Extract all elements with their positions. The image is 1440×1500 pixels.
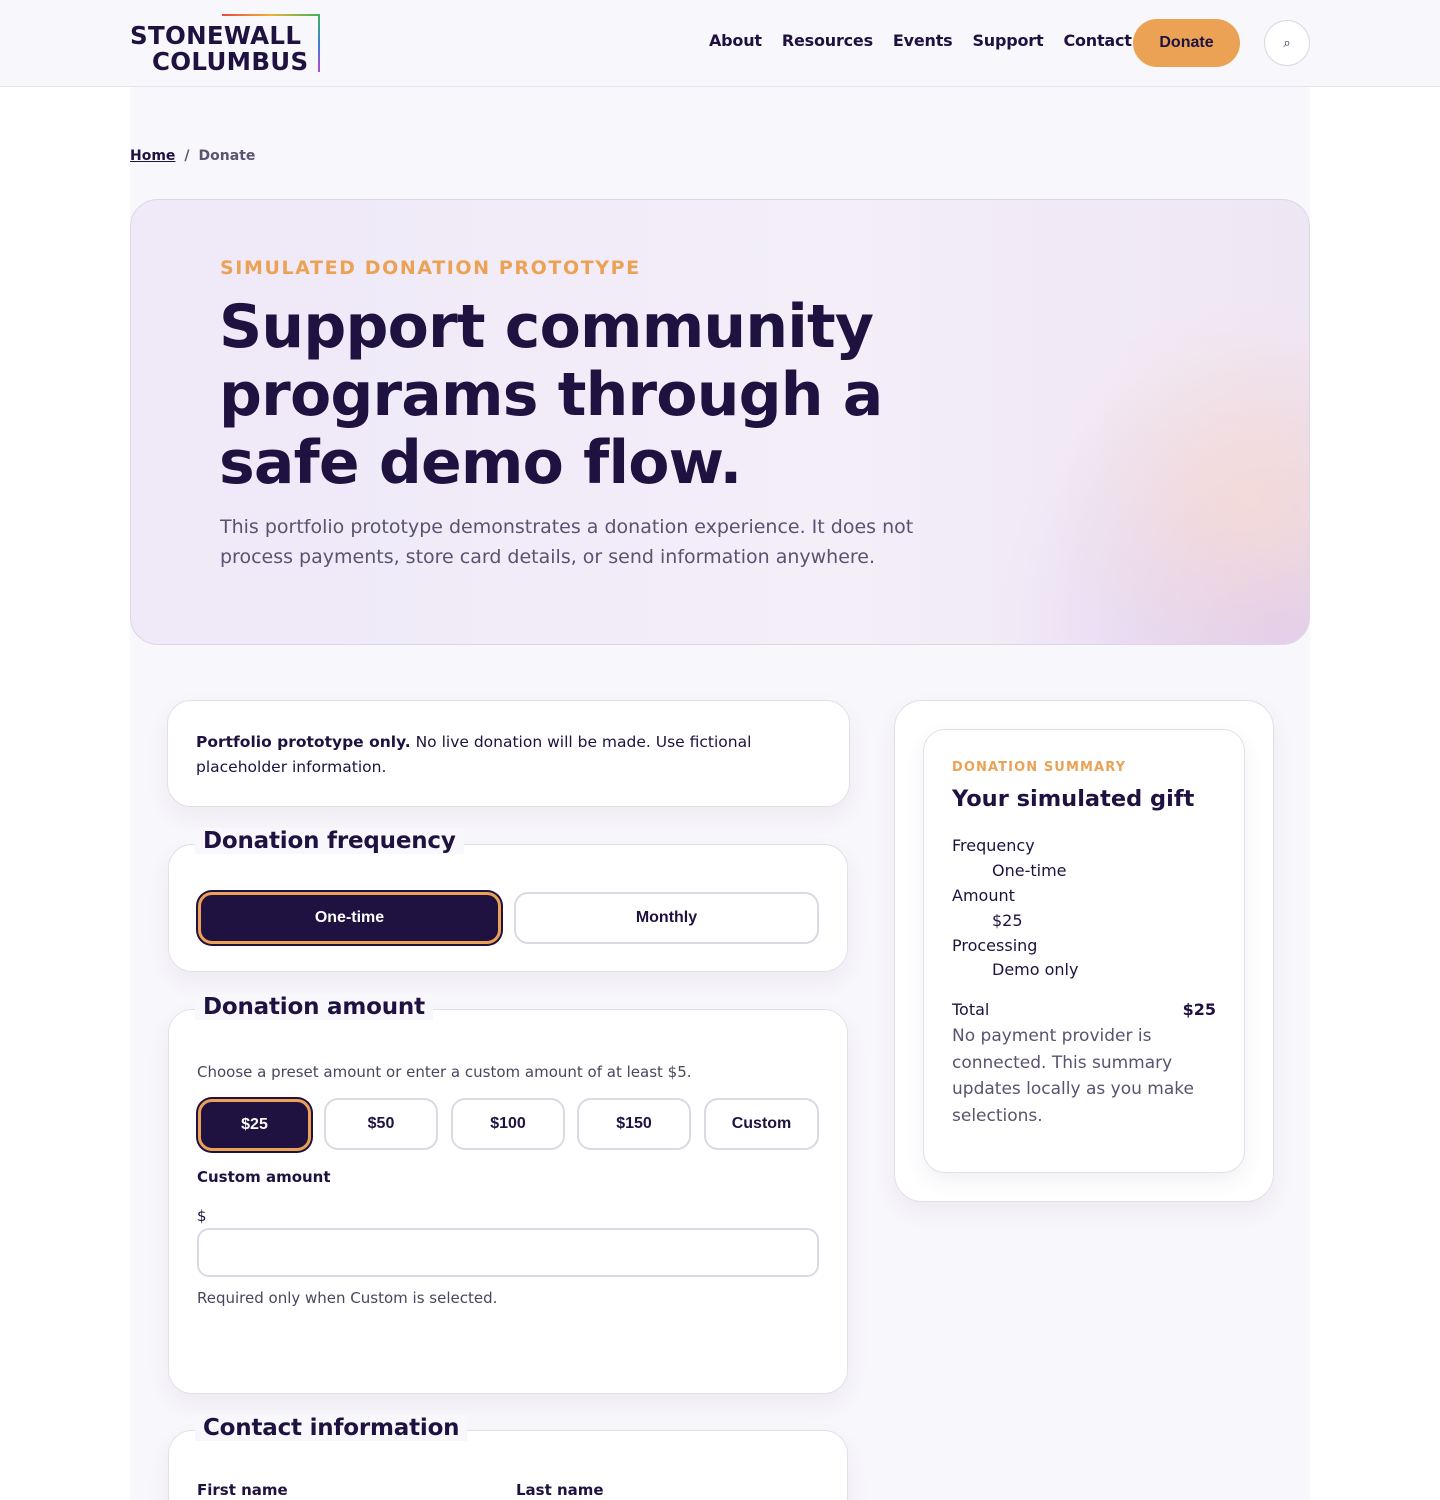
amount-legend: Donation amount: [195, 994, 433, 1020]
breadcrumb: Home / Donate: [130, 148, 255, 164]
search-icon: ⌕: [1283, 35, 1291, 50]
summary-processing-value: Demo only: [992, 960, 1079, 979]
summary-frequency-label: Frequency: [952, 836, 1035, 855]
frequency-monthly-button[interactable]: Monthly: [514, 892, 819, 944]
search-button[interactable]: ⌕: [1264, 20, 1310, 66]
logo-line-1: STONEWALL: [130, 21, 302, 50]
nav-contact[interactable]: Contact: [1063, 31, 1132, 50]
hero-section: SIMULATED DONATION PROTOTYPE Support com…: [130, 199, 1310, 645]
breadcrumb-current: Donate: [198, 148, 256, 164]
summary-title: Your simulated gift: [952, 786, 1195, 812]
summary-frequency-value: One-time: [992, 861, 1067, 880]
frequency-legend: Donation frequency: [195, 828, 464, 854]
site-header: STONEWALL COLUMBUS About Resources Event…: [0, 0, 1440, 87]
frequency-one-time-button[interactable]: One-time: [198, 892, 501, 944]
nav-support[interactable]: Support: [972, 31, 1043, 50]
notice-bold: Portfolio prototype only.: [196, 733, 411, 751]
header-donate-button[interactable]: Donate: [1133, 19, 1240, 67]
summary-total-value: $25: [1182, 1000, 1216, 1019]
amount-50-button[interactable]: $50: [324, 1098, 438, 1150]
custom-amount-input[interactable]: [197, 1228, 819, 1277]
first-name-label: First name: [197, 1481, 288, 1499]
nav-about[interactable]: About: [709, 31, 762, 50]
summary-total-label: Total: [952, 1000, 990, 1019]
summary-amount-value: $25: [992, 911, 1023, 930]
hero-eyebrow: SIMULATED DONATION PROTOTYPE: [220, 257, 641, 279]
amount-hint: Choose a preset amount or enter a custom…: [197, 1063, 692, 1081]
stonewall-columbus-logo[interactable]: STONEWALL COLUMBUS: [130, 14, 322, 74]
prototype-notice: Portfolio prototype only. No live donati…: [167, 700, 850, 807]
amount-150-button[interactable]: $150: [577, 1098, 691, 1150]
summary-note: No payment provider is connected. This s…: [952, 1026, 1194, 1126]
breadcrumb-home-link[interactable]: Home: [130, 148, 175, 164]
custom-amount-hint: Required only when Custom is selected.: [197, 1289, 498, 1307]
nav-events[interactable]: Events: [893, 31, 953, 50]
page-title: Support community programs through a saf…: [219, 292, 883, 498]
amount-25-button[interactable]: $25: [198, 1099, 311, 1151]
summary-eyebrow: DONATION SUMMARY: [952, 760, 1127, 775]
amount-custom-button[interactable]: Custom: [704, 1098, 819, 1150]
main-nav: About Resources Events Support Contact: [709, 31, 1132, 50]
summary-processing-label: Processing: [952, 936, 1038, 955]
last-name-label: Last name: [516, 1481, 604, 1499]
breadcrumb-separator: /: [184, 148, 190, 164]
summary-amount-label: Amount: [952, 886, 1015, 905]
contact-legend: Contact information: [195, 1415, 468, 1441]
custom-amount-label: Custom amount: [197, 1168, 331, 1186]
nav-resources[interactable]: Resources: [782, 31, 873, 50]
amount-100-button[interactable]: $100: [451, 1098, 565, 1150]
logo-line-2: COLUMBUS: [152, 47, 309, 76]
hero-subtitle: This portfolio prototype demonstrates a …: [220, 516, 914, 568]
currency-symbol: $: [197, 1207, 207, 1225]
